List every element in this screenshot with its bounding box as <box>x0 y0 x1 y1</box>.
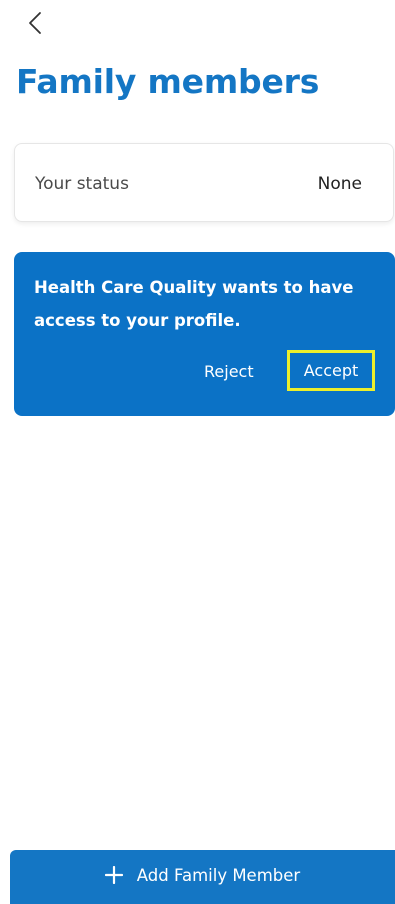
status-label: Your status <box>35 174 129 194</box>
access-request-card: Health Care Quality wants to have access… <box>14 252 395 416</box>
plus-icon <box>104 866 123 884</box>
chevron-left-icon <box>28 11 42 39</box>
back-button[interactable] <box>18 8 52 42</box>
add-family-member-label: Add Family Member <box>136 865 301 885</box>
status-value: None <box>317 174 362 194</box>
access-request-message: Health Care Quality wants to have access… <box>34 278 354 330</box>
page-title: Family members <box>16 62 320 101</box>
add-family-member-button[interactable]: Add Family Member <box>10 850 395 904</box>
reject-button[interactable]: Reject <box>204 362 254 381</box>
status-card: Your status None <box>14 143 394 222</box>
accept-button[interactable]: Accept <box>287 350 375 391</box>
